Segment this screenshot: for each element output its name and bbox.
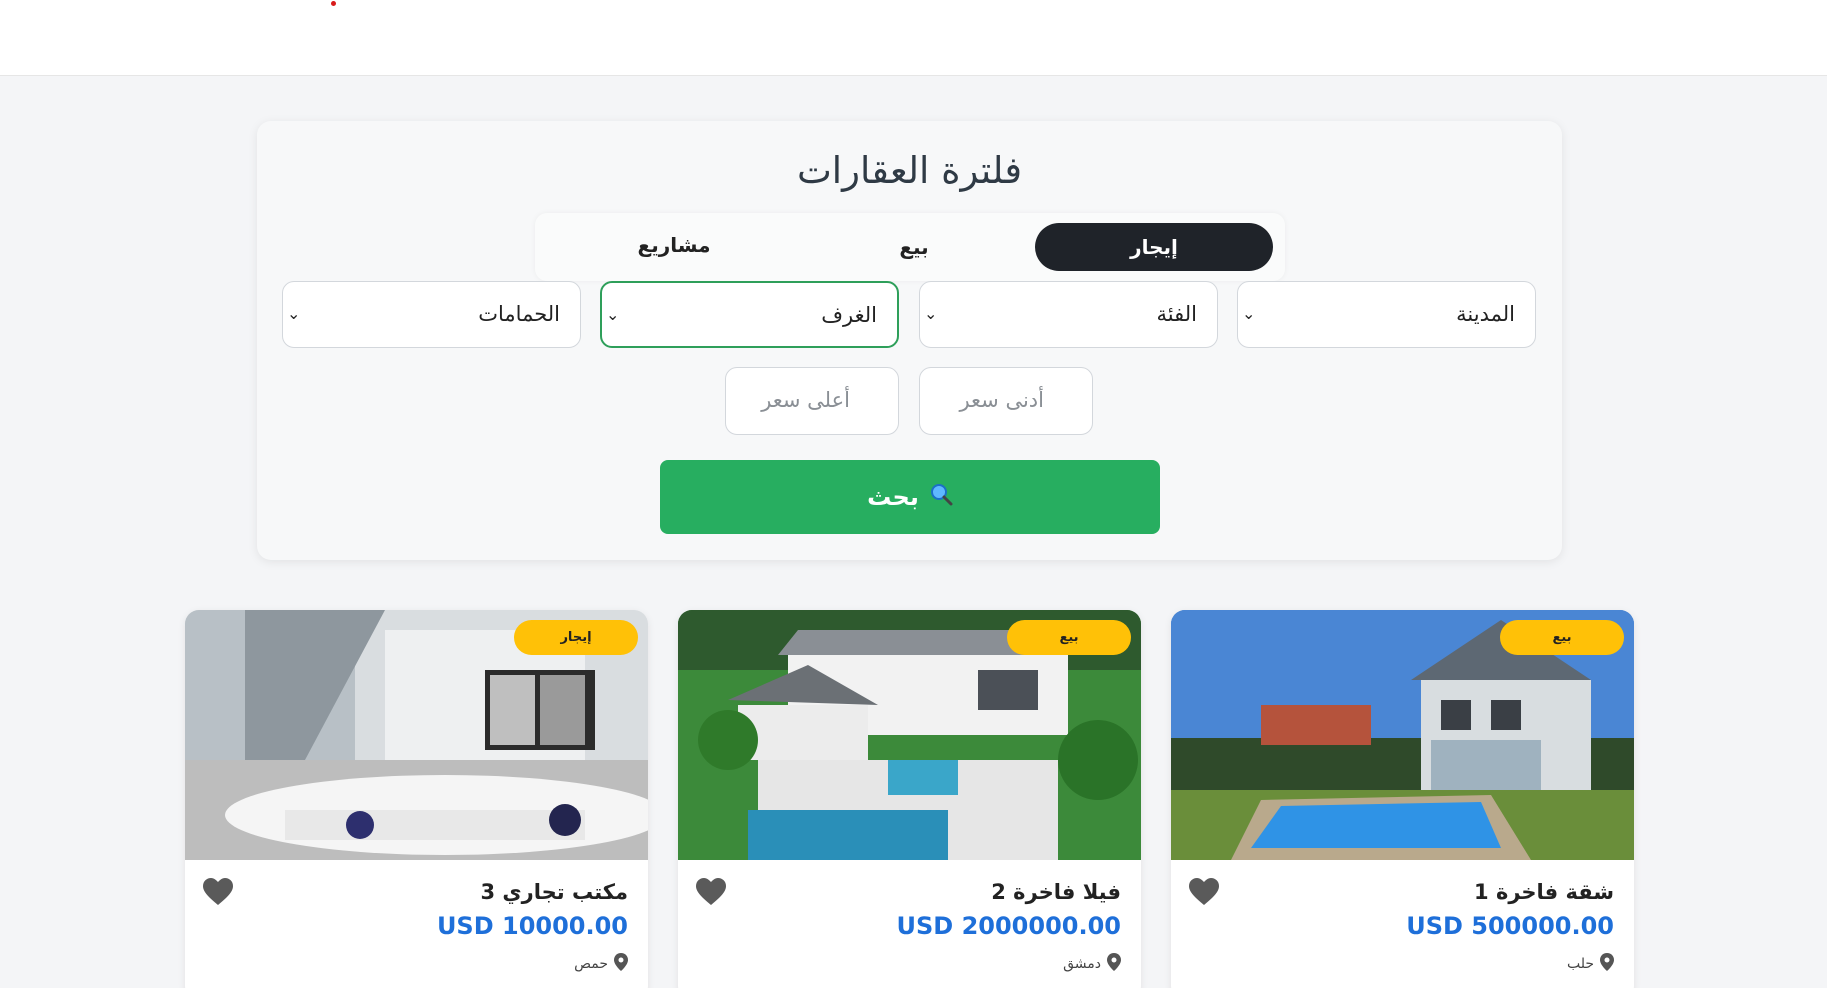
listing-card[interactable]: بيع فيلا فاخرة 2 USD 2000000.00 دمشق — [678, 610, 1141, 988]
search-button[interactable]: بحث — [660, 460, 1160, 534]
listing-price: USD 500000.00 — [1406, 912, 1614, 940]
status-badge: بيع — [1500, 620, 1624, 655]
top-navbar — [0, 0, 1827, 76]
listing-title[interactable]: فيلا فاخرة 2 — [991, 880, 1121, 904]
location-pin-icon — [614, 953, 628, 975]
tab-projects[interactable]: مشاريع — [555, 221, 793, 269]
chevron-down-icon: ⌄ — [1242, 304, 1256, 323]
favorite-heart-icon[interactable] — [203, 878, 233, 906]
property-filter-panel: فلترة العقارات إيجار بيع مشاريع المدينة … — [257, 121, 1562, 560]
filter-title: فلترة العقارات — [796, 149, 1023, 192]
location-label: دمشق — [1063, 956, 1101, 972]
max-price-input[interactable]: أعلى سعر — [725, 367, 899, 435]
listing-photo: بيع — [678, 610, 1141, 860]
location-pin-icon — [1600, 953, 1614, 975]
location-label: حلب — [1566, 956, 1594, 972]
rooms-select-label: الغرف — [821, 303, 877, 327]
status-badge: إيجار — [514, 620, 638, 655]
min-price-input[interactable]: أدنى سعر — [919, 367, 1093, 435]
location-label: حمص — [574, 956, 608, 972]
category-select-label: الفئة — [1156, 302, 1197, 326]
listing-card[interactable]: إيجار مكتب تجاري 3 USD 10000.00 حمص — [185, 610, 648, 988]
red-dot-decoration — [331, 1, 336, 6]
bathrooms-select[interactable]: الحمامات ⌄ — [282, 281, 581, 348]
chevron-down-icon: ⌄ — [606, 305, 620, 324]
chevron-down-icon: ⌄ — [924, 304, 938, 323]
listing-price: USD 2000000.00 — [896, 912, 1121, 940]
listing-title[interactable]: مكتب تجاري 3 — [480, 880, 628, 904]
favorite-heart-icon[interactable] — [696, 878, 726, 906]
listing-price: USD 10000.00 — [436, 912, 628, 940]
category-select[interactable]: الفئة ⌄ — [919, 281, 1218, 348]
location-pin-icon — [1107, 953, 1121, 975]
rooms-select[interactable]: الغرف ⌄ — [600, 281, 899, 348]
listing-title[interactable]: شقة فاخرة 1 — [1474, 880, 1614, 904]
listing-location: حلب — [1567, 953, 1614, 975]
listing-photo: إيجار — [185, 610, 648, 860]
listing-location: حمص — [574, 953, 628, 975]
listing-photo: بيع — [1171, 610, 1634, 860]
tab-sale[interactable]: بيع — [795, 223, 1033, 271]
search-button-label: بحث — [867, 483, 919, 511]
listing-location: دمشق — [1063, 953, 1121, 975]
listing-type-tabs: إيجار بيع مشاريع — [535, 213, 1285, 281]
city-select-label: المدينة — [1456, 302, 1515, 326]
status-badge: بيع — [1007, 620, 1131, 655]
city-select[interactable]: المدينة ⌄ — [1237, 281, 1536, 348]
magnifier-icon — [929, 482, 953, 512]
bathrooms-select-label: الحمامات — [478, 302, 560, 326]
tab-rent[interactable]: إيجار — [1035, 223, 1273, 271]
listing-card[interactable]: بيع شقة فاخرة 1 USD 500000.00 حلب — [1171, 610, 1634, 988]
favorite-heart-icon[interactable] — [1189, 878, 1219, 906]
chevron-down-icon: ⌄ — [287, 304, 301, 323]
